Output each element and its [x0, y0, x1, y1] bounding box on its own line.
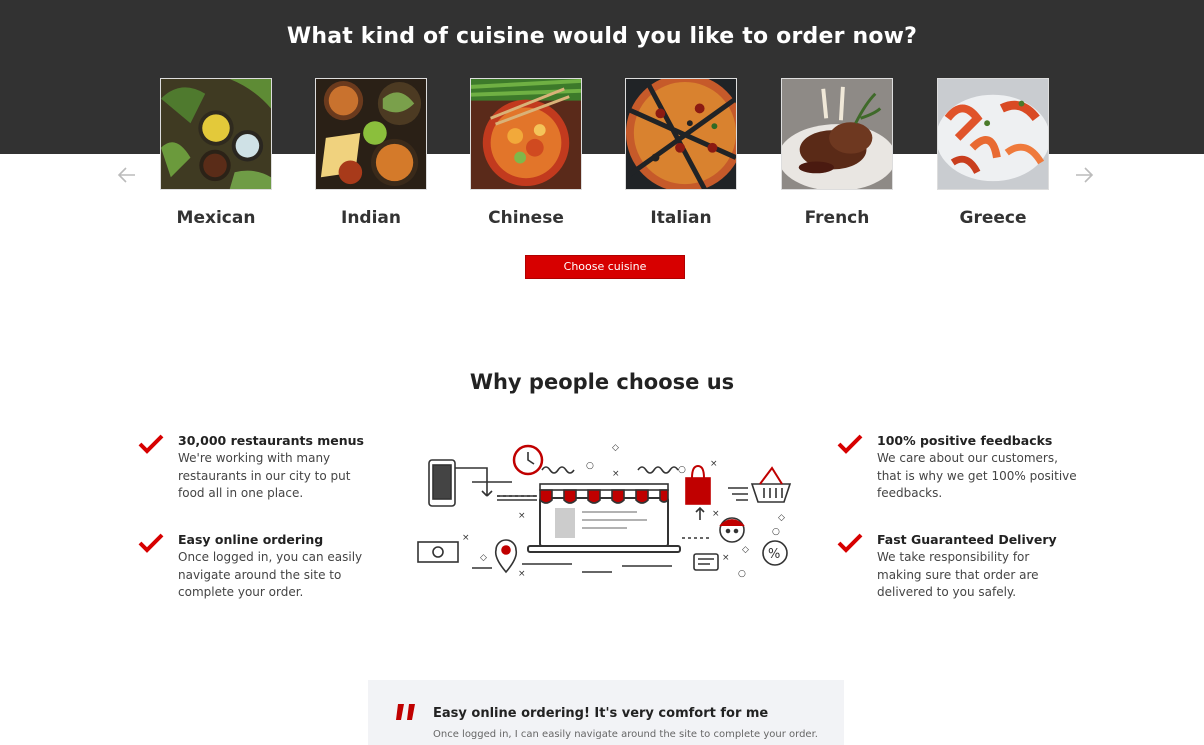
online-shop-illustration: % ◇ × ○ ○ × × × ◇ ○ ◇ × ◇ ○ × ×: [417, 443, 792, 579]
greek-seafood-photo: [937, 78, 1049, 190]
cuisine-card-chinese[interactable]: Chinese: [451, 78, 601, 228]
french-lamb-photo: [781, 78, 893, 190]
feature-title: 30,000 restaurants menus: [178, 433, 364, 448]
red-check-icon: [138, 434, 164, 454]
cuisine-label: Greece: [959, 208, 1027, 228]
cuisine-card-french[interactable]: French: [762, 78, 912, 228]
svg-text:◇: ◇: [612, 443, 619, 453]
testimonial-card: Easy online ordering! It's very comfort …: [368, 680, 844, 745]
red-check-icon: [837, 533, 863, 553]
svg-text:◇: ◇: [778, 513, 785, 523]
svg-text:○: ○: [678, 465, 686, 475]
svg-text:×: ×: [518, 511, 526, 521]
svg-text:×: ×: [612, 469, 620, 479]
testimonial-text: Once logged in, I can easily navigate ar…: [433, 729, 818, 740]
carousel-prev-button[interactable]: [115, 163, 139, 187]
cuisine-label: Chinese: [488, 208, 564, 228]
feature-description: Once logged in, you can easily navigate …: [178, 550, 363, 599]
cuisine-label: Italian: [650, 208, 712, 228]
cuisine-card-greece[interactable]: Greece: [918, 78, 1068, 228]
red-check-icon: [138, 533, 164, 553]
svg-text:×: ×: [722, 553, 730, 563]
svg-text:×: ×: [518, 569, 526, 579]
svg-text:%: %: [768, 547, 780, 562]
svg-text:×: ×: [710, 459, 718, 469]
cuisine-card-indian[interactable]: Indian: [296, 78, 446, 228]
svg-text:◇: ◇: [742, 545, 749, 555]
cuisine-card-italian[interactable]: Italian: [606, 78, 756, 228]
svg-text:◇: ◇: [480, 553, 487, 563]
mexican-food-photo: [160, 78, 272, 190]
feature-title: Fast Guaranteed Delivery: [877, 532, 1057, 547]
hero-title: What kind of cuisine would you like to o…: [286, 24, 918, 49]
svg-text:○: ○: [772, 527, 780, 537]
feature-description: We take responsibility for making sure t…: [877, 550, 1039, 599]
carousel-next-button[interactable]: [1072, 163, 1096, 187]
pizza-photo: [625, 78, 737, 190]
svg-text:×: ×: [462, 533, 470, 543]
indian-food-photo: [315, 78, 427, 190]
red-check-icon: [837, 434, 863, 454]
arrow-right-icon: [1076, 167, 1094, 183]
section-title: Why people choose us: [469, 370, 735, 394]
feature-description: We're working with many restaurants in o…: [178, 451, 351, 500]
cuisine-label: Mexican: [176, 208, 256, 228]
feature-title: Easy online ordering: [178, 532, 324, 547]
testimonial-title: Easy online ordering! It's very comfort …: [433, 706, 769, 721]
feature-description: We care about our customers, that is why…: [877, 451, 1077, 500]
arrow-left-icon: [117, 167, 135, 183]
cuisine-label: Indian: [341, 208, 401, 228]
feature-title: 100% positive feedbacks: [877, 433, 1053, 448]
svg-text:○: ○: [738, 569, 746, 579]
chinese-food-photo: [470, 78, 582, 190]
choose-cuisine-button[interactable]: Choose cuisine: [525, 255, 685, 279]
svg-text:○: ○: [586, 461, 594, 471]
svg-text:×: ×: [712, 509, 720, 519]
cuisine-card-mexican[interactable]: Mexican: [141, 78, 291, 228]
cuisine-label: French: [804, 208, 870, 228]
quote-icon: [396, 704, 415, 720]
